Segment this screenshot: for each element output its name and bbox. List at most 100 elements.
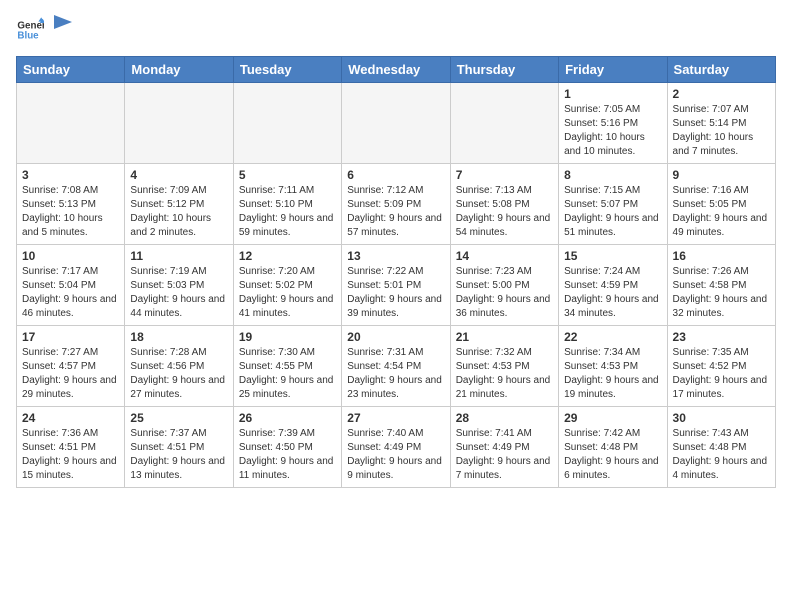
day-number: 20 <box>347 330 444 344</box>
calendar-week-row: 17Sunrise: 7:27 AM Sunset: 4:57 PM Dayli… <box>17 326 776 407</box>
day-number: 3 <box>22 168 119 182</box>
calendar-cell: 21Sunrise: 7:32 AM Sunset: 4:53 PM Dayli… <box>450 326 558 407</box>
day-number: 16 <box>673 249 770 263</box>
calendar-cell: 30 Sunrise: 7:43 AM Sunset: 4:48 PM Dayli… <box>667 407 775 488</box>
day-info: Sunrise: 7:26 AM Sunset: 4:58 PM Dayligh… <box>673 265 770 321</box>
day-info: Sunrise: 7:13 AM Sunset: 5:08 PM Dayligh… <box>456 184 553 240</box>
weekday-header-sunday: Sunday <box>17 57 125 83</box>
day-info: Sunrise: 7:23 AM Sunset: 5:00 PM Dayligh… <box>456 265 553 321</box>
calendar-cell: 17Sunrise: 7:27 AM Sunset: 4:57 PM Dayli… <box>17 326 125 407</box>
weekday-header-row: SundayMondayTuesdayWednesdayThursdayFrid… <box>17 57 776 83</box>
day-info: Sunrise: 7:30 AM Sunset: 4:55 PM Dayligh… <box>239 346 336 402</box>
day-info: Sunrise: 7:17 AM Sunset: 5:04 PM Dayligh… <box>22 265 119 321</box>
day-number: 28 <box>456 411 553 425</box>
day-info: Sunrise: 7:35 AM Sunset: 4:52 PM Dayligh… <box>673 346 770 402</box>
day-number: 13 <box>347 249 444 263</box>
calendar-week-row: 24 Sunrise: 7:36 AM Sunset: 4:51 PM Dayli… <box>17 407 776 488</box>
day-number: 4 <box>130 168 227 182</box>
calendar-cell <box>125 83 233 164</box>
day-number: 9 <box>673 168 770 182</box>
calendar-cell <box>342 83 450 164</box>
day-number: 8 <box>564 168 661 182</box>
calendar-cell: 28 Sunrise: 7:41 AM Sunset: 4:49 PM Dayli… <box>450 407 558 488</box>
day-info: Sunrise: 7:39 AM Sunset: 4:50 PM Dayligh… <box>239 427 336 483</box>
day-number: 23 <box>673 330 770 344</box>
calendar-cell <box>233 83 341 164</box>
weekday-header-wednesday: Wednesday <box>342 57 450 83</box>
day-info: Sunrise: 7:22 AM Sunset: 5:01 PM Dayligh… <box>347 265 444 321</box>
calendar-table: SundayMondayTuesdayWednesdayThursdayFrid… <box>16 56 776 488</box>
calendar-cell: 27 Sunrise: 7:40 AM Sunset: 4:49 PM Dayli… <box>342 407 450 488</box>
day-number: 25 <box>130 411 227 425</box>
calendar-cell: 20Sunrise: 7:31 AM Sunset: 4:54 PM Dayli… <box>342 326 450 407</box>
day-number: 29 <box>564 411 661 425</box>
day-number: 22 <box>564 330 661 344</box>
day-info: Sunrise: 7:28 AM Sunset: 4:56 PM Dayligh… <box>130 346 227 402</box>
calendar-cell: 16 Sunrise: 7:26 AM Sunset: 4:58 PM Dayli… <box>667 245 775 326</box>
day-info: Sunrise: 7:43 AM Sunset: 4:48 PM Dayligh… <box>673 427 770 483</box>
day-number: 17 <box>22 330 119 344</box>
weekday-header-saturday: Saturday <box>667 57 775 83</box>
day-info: Sunrise: 7:11 AM Sunset: 5:10 PM Dayligh… <box>239 184 336 240</box>
calendar-cell: 8 Sunrise: 7:15 AM Sunset: 5:07 PM Daylig… <box>559 164 667 245</box>
day-number: 14 <box>456 249 553 263</box>
calendar-cell: 22 Sunrise: 7:34 AM Sunset: 4:53 PM Dayli… <box>559 326 667 407</box>
calendar-cell: 25 Sunrise: 7:37 AM Sunset: 4:51 PM Dayli… <box>125 407 233 488</box>
day-info: Sunrise: 7:12 AM Sunset: 5:09 PM Dayligh… <box>347 184 444 240</box>
day-info: Sunrise: 7:34 AM Sunset: 4:53 PM Dayligh… <box>564 346 661 402</box>
day-number: 27 <box>347 411 444 425</box>
calendar-cell: 15 Sunrise: 7:24 AM Sunset: 4:59 PM Dayli… <box>559 245 667 326</box>
logo: General Blue <box>16 16 74 44</box>
calendar-cell: 5 Sunrise: 7:11 AM Sunset: 5:10 PM Daylig… <box>233 164 341 245</box>
day-number: 15 <box>564 249 661 263</box>
svg-text:Blue: Blue <box>17 30 39 41</box>
page-header: General Blue <box>16 16 776 44</box>
calendar-week-row: 3 Sunrise: 7:08 AM Sunset: 5:13 PM Daylig… <box>17 164 776 245</box>
day-number: 24 <box>22 411 119 425</box>
calendar-cell: 3 Sunrise: 7:08 AM Sunset: 5:13 PM Daylig… <box>17 164 125 245</box>
day-info: Sunrise: 7:05 AM Sunset: 5:16 PM Dayligh… <box>564 103 661 159</box>
day-number: 5 <box>239 168 336 182</box>
calendar-cell: 11 Sunrise: 7:19 AM Sunset: 5:03 PM Dayli… <box>125 245 233 326</box>
logo-flag-icon <box>54 15 74 35</box>
day-info: Sunrise: 7:32 AM Sunset: 4:53 PM Dayligh… <box>456 346 553 402</box>
calendar-cell: 29 Sunrise: 7:42 AM Sunset: 4:48 PM Dayli… <box>559 407 667 488</box>
day-info: Sunrise: 7:09 AM Sunset: 5:12 PM Dayligh… <box>130 184 227 240</box>
day-number: 18 <box>130 330 227 344</box>
day-info: Sunrise: 7:37 AM Sunset: 4:51 PM Dayligh… <box>130 427 227 483</box>
day-info: Sunrise: 7:16 AM Sunset: 5:05 PM Dayligh… <box>673 184 770 240</box>
day-info: Sunrise: 7:42 AM Sunset: 4:48 PM Dayligh… <box>564 427 661 483</box>
calendar-cell: 2 Sunrise: 7:07 AM Sunset: 5:14 PM Daylig… <box>667 83 775 164</box>
day-info: Sunrise: 7:19 AM Sunset: 5:03 PM Dayligh… <box>130 265 227 321</box>
day-info: Sunrise: 7:24 AM Sunset: 4:59 PM Dayligh… <box>564 265 661 321</box>
day-number: 30 <box>673 411 770 425</box>
day-number: 10 <box>22 249 119 263</box>
day-info: Sunrise: 7:15 AM Sunset: 5:07 PM Dayligh… <box>564 184 661 240</box>
calendar-cell: 26 Sunrise: 7:39 AM Sunset: 4:50 PM Dayli… <box>233 407 341 488</box>
calendar-cell: 24 Sunrise: 7:36 AM Sunset: 4:51 PM Dayli… <box>17 407 125 488</box>
calendar-week-row: 1Sunrise: 7:05 AM Sunset: 5:16 PM Daylig… <box>17 83 776 164</box>
calendar-cell: 6Sunrise: 7:12 AM Sunset: 5:09 PM Daylig… <box>342 164 450 245</box>
day-info: Sunrise: 7:41 AM Sunset: 4:49 PM Dayligh… <box>456 427 553 483</box>
day-number: 11 <box>130 249 227 263</box>
day-info: Sunrise: 7:08 AM Sunset: 5:13 PM Dayligh… <box>22 184 119 240</box>
day-info: Sunrise: 7:07 AM Sunset: 5:14 PM Dayligh… <box>673 103 770 159</box>
calendar-cell: 18 Sunrise: 7:28 AM Sunset: 4:56 PM Dayli… <box>125 326 233 407</box>
calendar-cell <box>450 83 558 164</box>
calendar-cell: 14 Sunrise: 7:23 AM Sunset: 5:00 PM Dayli… <box>450 245 558 326</box>
weekday-header-friday: Friday <box>559 57 667 83</box>
day-info: Sunrise: 7:20 AM Sunset: 5:02 PM Dayligh… <box>239 265 336 321</box>
calendar-week-row: 10 Sunrise: 7:17 AM Sunset: 5:04 PM Dayli… <box>17 245 776 326</box>
calendar-cell: 13 Sunrise: 7:22 AM Sunset: 5:01 PM Dayli… <box>342 245 450 326</box>
calendar-cell: 4 Sunrise: 7:09 AM Sunset: 5:12 PM Daylig… <box>125 164 233 245</box>
day-info: Sunrise: 7:36 AM Sunset: 4:51 PM Dayligh… <box>22 427 119 483</box>
calendar-cell: 23 Sunrise: 7:35 AM Sunset: 4:52 PM Dayli… <box>667 326 775 407</box>
weekday-header-thursday: Thursday <box>450 57 558 83</box>
weekday-header-monday: Monday <box>125 57 233 83</box>
day-number: 2 <box>673 87 770 101</box>
day-number: 26 <box>239 411 336 425</box>
calendar-cell: 1Sunrise: 7:05 AM Sunset: 5:16 PM Daylig… <box>559 83 667 164</box>
calendar-cell: 19Sunrise: 7:30 AM Sunset: 4:55 PM Dayli… <box>233 326 341 407</box>
day-info: Sunrise: 7:40 AM Sunset: 4:49 PM Dayligh… <box>347 427 444 483</box>
day-number: 12 <box>239 249 336 263</box>
